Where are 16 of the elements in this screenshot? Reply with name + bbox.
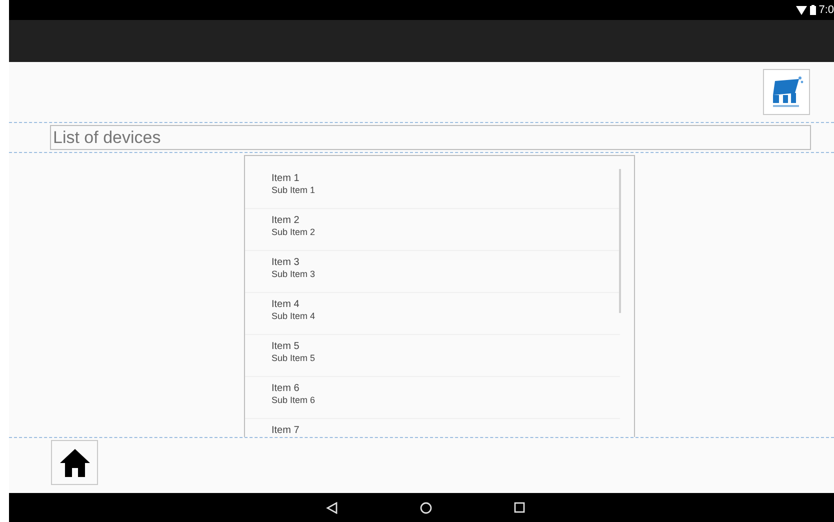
title-field[interactable]: List of devices <box>50 125 811 150</box>
list-item[interactable]: Item 2 Sub Item 2 <box>244 209 620 251</box>
home-nav-button[interactable] <box>420 502 432 514</box>
list-item[interactable]: Item 1 Sub Item 1 <box>244 167 620 209</box>
list-item[interactable]: Item 5 Sub Item 5 <box>244 335 620 377</box>
list-item[interactable]: Item 4 Sub Item 4 <box>244 293 620 335</box>
list-item[interactable]: Item 7 <box>244 419 620 437</box>
list-item[interactable]: Item 6 Sub Item 6 <box>244 377 620 419</box>
list-item[interactable]: Item 3 Sub Item 3 <box>244 251 620 293</box>
home-button[interactable] <box>51 440 98 485</box>
battery-icon <box>810 5 816 15</box>
status-time: 7:0 <box>818 2 834 18</box>
wifi-icon <box>796 6 807 14</box>
logo-icon <box>763 69 810 115</box>
recents-button[interactable] <box>514 502 525 513</box>
back-button[interactable] <box>326 502 338 514</box>
